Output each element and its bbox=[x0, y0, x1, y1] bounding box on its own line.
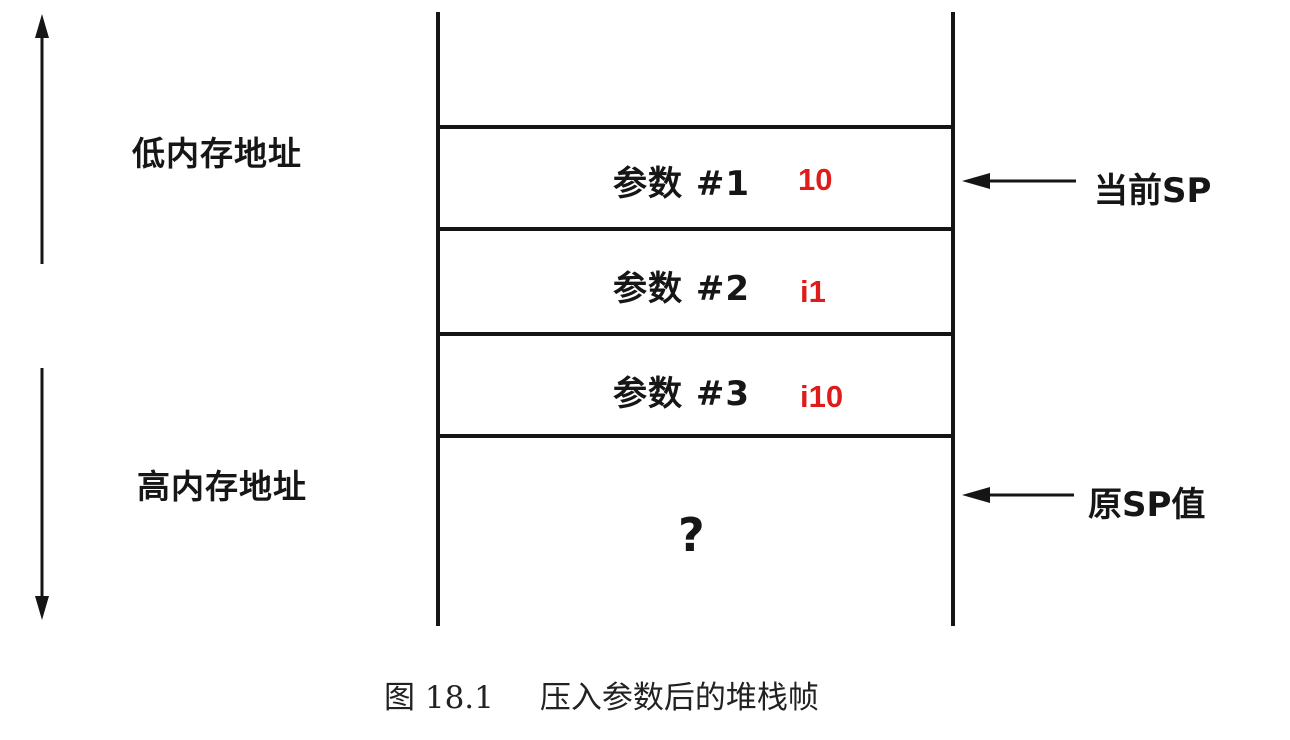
down-arrow-head bbox=[35, 596, 49, 620]
low-memory-label: 低内存地址 bbox=[132, 134, 302, 173]
param-1-label: 参数 #1 bbox=[613, 164, 750, 204]
param-1-value: 10 bbox=[798, 162, 833, 197]
original-sp-label: 原SP值 bbox=[1088, 485, 1206, 525]
stack-slot-unknown-divider bbox=[436, 434, 955, 438]
figure-caption: 图 18.1 压入参数后的堆栈帧 bbox=[384, 672, 819, 717]
param-2-label: 参数 #2 bbox=[613, 269, 750, 309]
current-sp-label: 当前SP bbox=[1094, 171, 1212, 211]
original-sp-arrow-head bbox=[962, 487, 990, 503]
param-2-value: i1 bbox=[800, 274, 826, 309]
param-3-label: 参数 #3 bbox=[613, 374, 750, 414]
current-sp-arrow-head bbox=[962, 173, 990, 189]
param-3-value: i10 bbox=[800, 379, 844, 414]
figure-number: 图 18.1 bbox=[384, 680, 494, 716]
figure-title: 压入参数后的堆栈帧 bbox=[539, 680, 819, 716]
up-arrow-head bbox=[35, 14, 49, 38]
high-memory-label: 高内存地址 bbox=[137, 467, 307, 506]
unknown-slot-mark: ? bbox=[678, 508, 705, 562]
